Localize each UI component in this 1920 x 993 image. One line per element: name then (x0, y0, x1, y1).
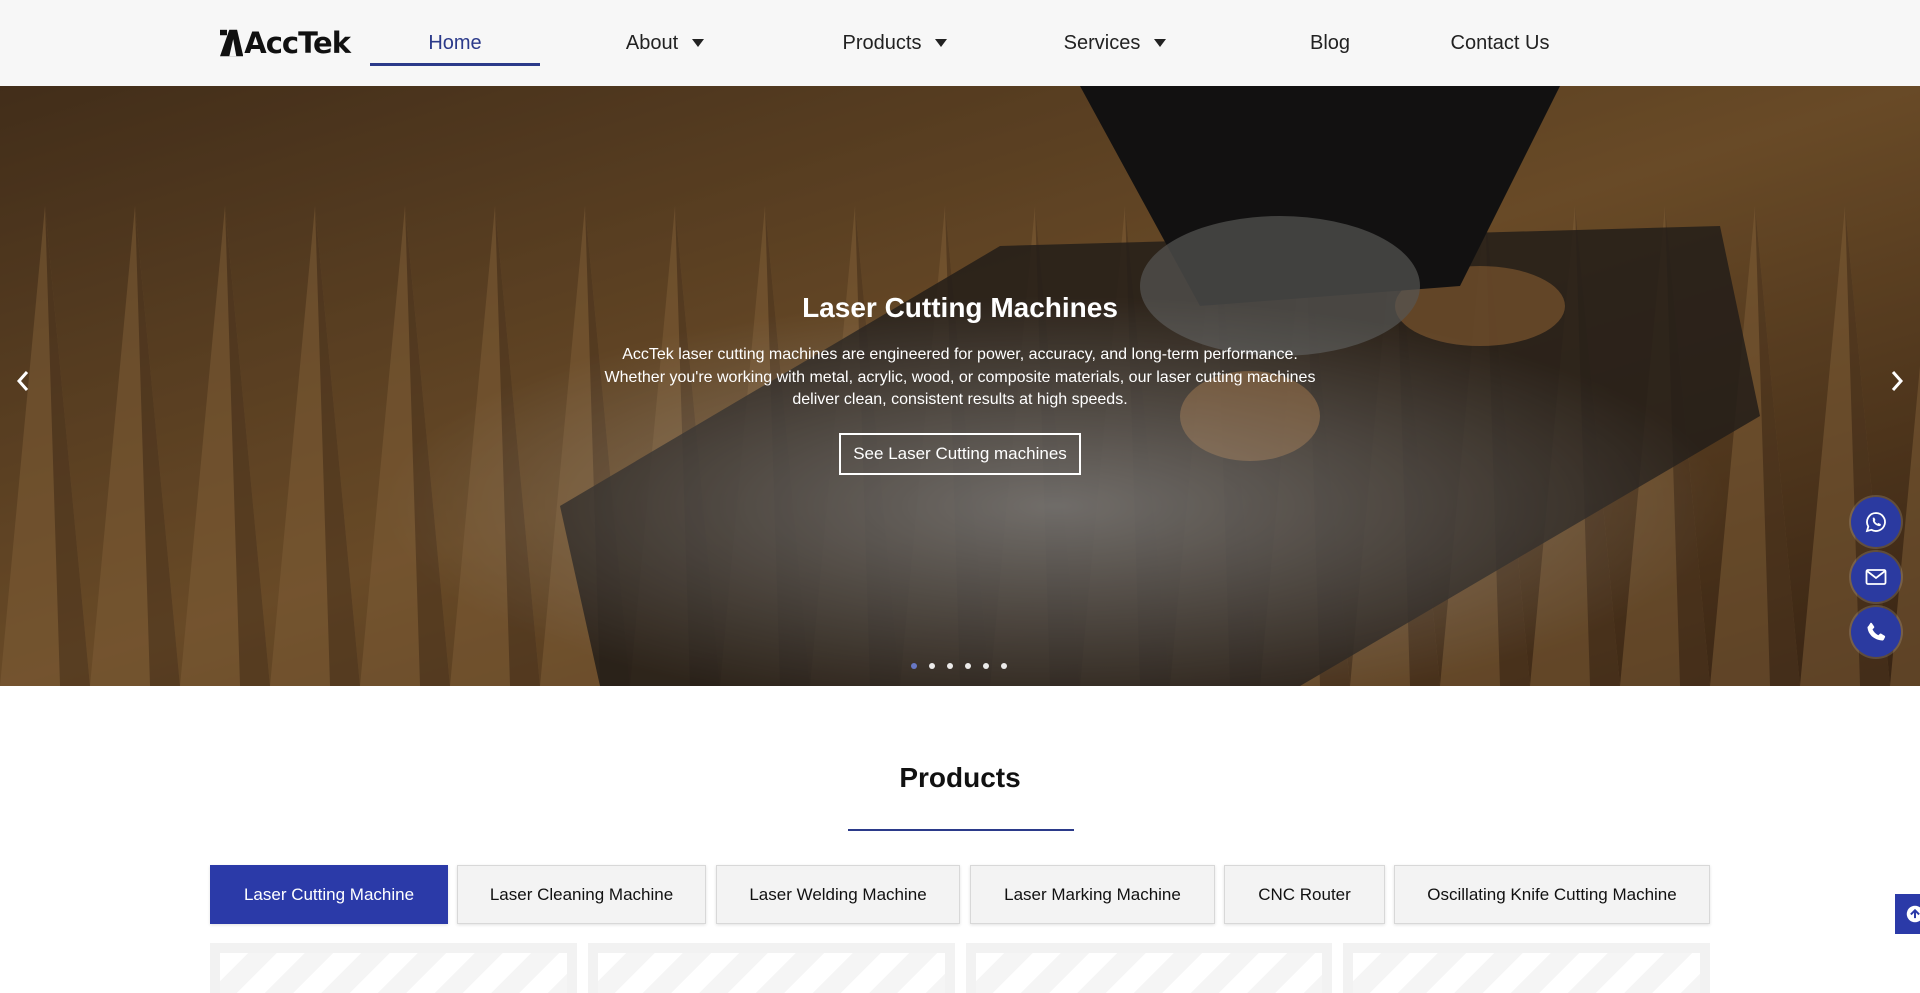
products-section-title: Products (899, 762, 1021, 793)
slider-pagination (911, 663, 1007, 669)
hero-description: AccTek laser cutting machines are engine… (604, 346, 1316, 408)
chevron-left-icon (16, 371, 29, 391)
hero-slider: Laser Cutting Machines AccTek laser cutt… (0, 86, 1920, 686)
product-image-placeholder (1353, 953, 1700, 993)
hero-cta-button[interactable]: See Laser Cutting machines (839, 433, 1081, 475)
product-image-placeholder (976, 953, 1322, 993)
product-image-placeholder (598, 953, 945, 993)
logo-mark-icon (220, 29, 244, 57)
scroll-to-top-button[interactable] (1895, 894, 1920, 934)
mail-icon (1865, 569, 1887, 585)
section-underline (848, 829, 1074, 831)
tab-cnc-router[interactable]: CNC Router (1224, 865, 1385, 924)
product-card[interactable] (210, 943, 577, 993)
tab-label: Laser Welding Machine (749, 884, 927, 904)
nav-item-about[interactable]: About (580, 0, 750, 86)
caret-down-icon (935, 39, 948, 47)
tab-laser-cutting[interactable]: Laser Cutting Machine (210, 865, 448, 924)
tab-oscillating-knife[interactable]: Oscillating Knife Cutting Machine (1394, 865, 1710, 924)
email-button[interactable] (1851, 552, 1901, 602)
tab-label: Laser Cutting Machine (243, 884, 415, 904)
tab-laser-cleaning[interactable]: Laser Cleaning Machine (457, 865, 706, 924)
whatsapp-icon (1865, 512, 1886, 533)
nav-item-label: Products (842, 31, 922, 54)
nav-item-label: About (625, 31, 679, 54)
chevron-right-icon (1891, 371, 1904, 391)
arrow-up-circle-icon (1906, 905, 1920, 923)
slider-prev-button[interactable] (8, 366, 38, 396)
nav-item-services[interactable]: Services (1010, 0, 1220, 86)
brand-name: AccTek (244, 26, 351, 60)
caret-down-icon (692, 39, 705, 47)
tab-laser-marking[interactable]: Laser Marking Machine (970, 865, 1215, 924)
slider-dot[interactable] (929, 663, 935, 669)
nav-item-products[interactable]: Products (790, 0, 1000, 86)
tab-label: CNC Router (1258, 884, 1351, 904)
slider-dot[interactable] (1001, 663, 1007, 669)
tab-label: Oscillating Knife Cutting Machine (1427, 884, 1677, 904)
nav-item-label: Contact Us (1450, 31, 1550, 54)
nav-item-contact[interactable]: Contact Us (1400, 0, 1600, 86)
product-card[interactable] (1343, 943, 1710, 993)
nav-item-label: Blog (1309, 31, 1351, 54)
tab-label: Laser Marking Machine (1004, 884, 1181, 904)
site-header: AccTek Home About Products Services Blog… (0, 0, 1920, 86)
phone-icon (1867, 622, 1886, 641)
slider-dot[interactable] (947, 663, 953, 669)
tab-laser-welding[interactable]: Laser Welding Machine (716, 865, 960, 924)
hero-title: Laser Cutting Machines (802, 292, 1118, 323)
slider-next-button[interactable] (1882, 366, 1912, 396)
product-tabs: Laser Cutting Machine Laser Cleaning Mac… (0, 865, 1920, 924)
nav-item-label: Home (428, 31, 482, 54)
caret-down-icon (1154, 39, 1167, 47)
tab-label: Laser Cleaning Machine (489, 884, 674, 904)
slider-dot[interactable] (965, 663, 971, 669)
phone-button[interactable] (1851, 607, 1901, 657)
product-card[interactable] (588, 943, 955, 993)
product-card[interactable] (966, 943, 1332, 993)
whatsapp-button[interactable] (1851, 497, 1901, 547)
nav-item-home[interactable]: Home (370, 0, 540, 86)
slider-dot[interactable] (911, 663, 917, 669)
nav-item-label: Services (1063, 31, 1141, 54)
slider-dot[interactable] (983, 663, 989, 669)
product-image-placeholder (220, 953, 567, 993)
brand-logo[interactable]: AccTek (220, 25, 351, 61)
